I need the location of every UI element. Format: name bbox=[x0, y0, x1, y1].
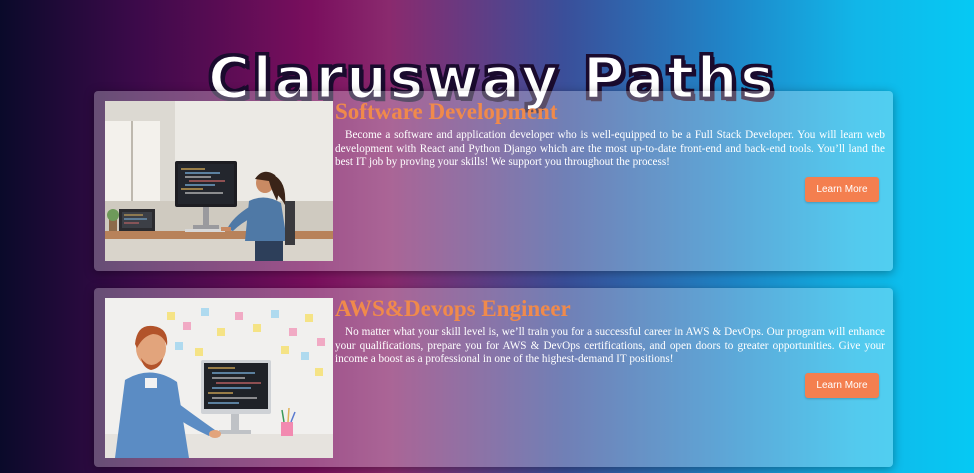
card-description: No matter what your skill level is, we’l… bbox=[335, 326, 885, 365]
card-title: Software Development bbox=[335, 99, 558, 124]
aws-devops-image bbox=[105, 298, 333, 458]
learn-more-button[interactable]: Learn More bbox=[805, 177, 879, 202]
software-development-image bbox=[105, 101, 333, 261]
card-body: Software Development Become a software a… bbox=[335, 97, 885, 170]
card-body: AWS&Devops Engineer No matter what your … bbox=[335, 294, 885, 367]
card-title: AWS&Devops Engineer bbox=[335, 296, 571, 321]
card-description: Become a software and application develo… bbox=[335, 129, 885, 168]
path-card-aws-devops: AWS&Devops Engineer No matter what your … bbox=[94, 288, 893, 467]
learn-more-button[interactable]: Learn More bbox=[805, 373, 879, 398]
path-card-software-development: Software Development Become a software a… bbox=[94, 91, 893, 271]
